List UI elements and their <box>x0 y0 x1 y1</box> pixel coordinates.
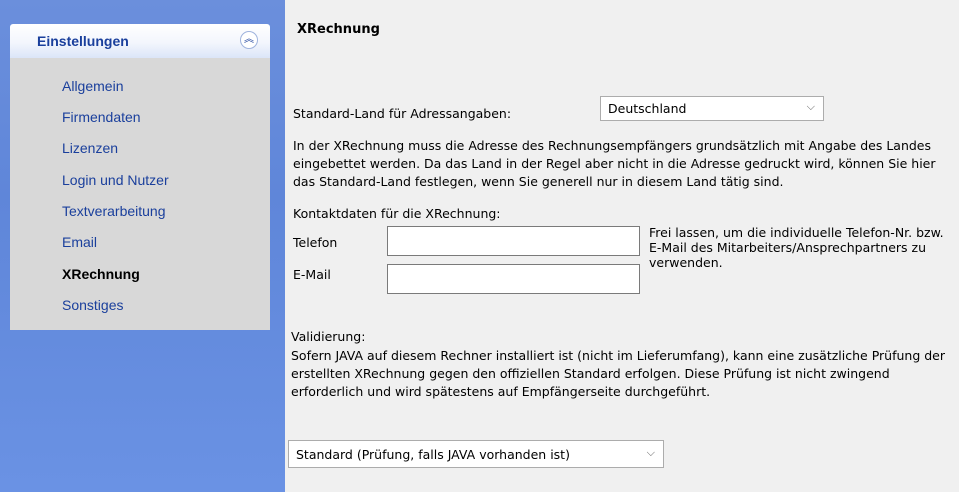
nav-item-sonstiges[interactable]: Sonstiges <box>62 297 123 313</box>
nav-item-email[interactable]: Email <box>62 234 97 250</box>
validation-mode-value: Standard (Prüfung, falls JAVA vorhanden … <box>296 447 570 462</box>
email-input[interactable] <box>387 264 640 294</box>
country-description: In der XRechnung muss die Adresse des Re… <box>293 138 936 189</box>
email-label: E-Mail <box>293 267 331 282</box>
nav-item-login-und-nutzer[interactable]: Login und Nutzer <box>62 172 169 188</box>
contact-heading: Kontaktdaten für die XRechnung: <box>293 206 501 221</box>
chevron-down-icon: ⌵ <box>806 100 815 113</box>
settings-panel-title: Einstellungen <box>37 33 129 49</box>
nav-item-firmendaten[interactable]: Firmendaten <box>62 109 141 125</box>
collapse-up-icon[interactable]: ︽ <box>240 31 258 49</box>
nav-item-allgemein[interactable]: Allgemein <box>62 78 123 94</box>
nav-item-xrechnung[interactable]: XRechnung <box>62 266 140 282</box>
phone-label: Telefon <box>293 235 338 250</box>
country-label: Standard-Land für Adressangaben: <box>293 106 512 121</box>
country-select-value: Deutschland <box>608 101 687 116</box>
page-title: XRechnung <box>297 22 380 37</box>
settings-panel-header[interactable]: Einstellungen ︽ <box>10 24 270 58</box>
validation-heading: Validierung: <box>291 329 366 344</box>
chevron-down-icon: ⌵ <box>646 446 655 459</box>
phone-input[interactable] <box>387 226 640 256</box>
nav-item-textverarbeitung[interactable]: Textverarbeitung <box>62 203 166 219</box>
nav-item-lizenzen[interactable]: Lizenzen <box>62 140 118 156</box>
country-select[interactable]: Deutschland ⌵ <box>600 96 824 121</box>
sidebar: Einstellungen ︽ Allgemein Firmendaten Li… <box>0 0 285 492</box>
validation-description: Sofern JAVA auf diesem Rechner installie… <box>291 348 946 399</box>
validation-mode-select[interactable]: Standard (Prüfung, falls JAVA vorhanden … <box>288 440 664 468</box>
settings-nav-list: Allgemein Firmendaten Lizenzen Login und… <box>10 58 270 330</box>
contact-hint: Frei lassen, um die individuelle Telefon… <box>649 225 944 270</box>
main-content: XRechnung Standard-Land für Adressangabe… <box>285 0 959 492</box>
